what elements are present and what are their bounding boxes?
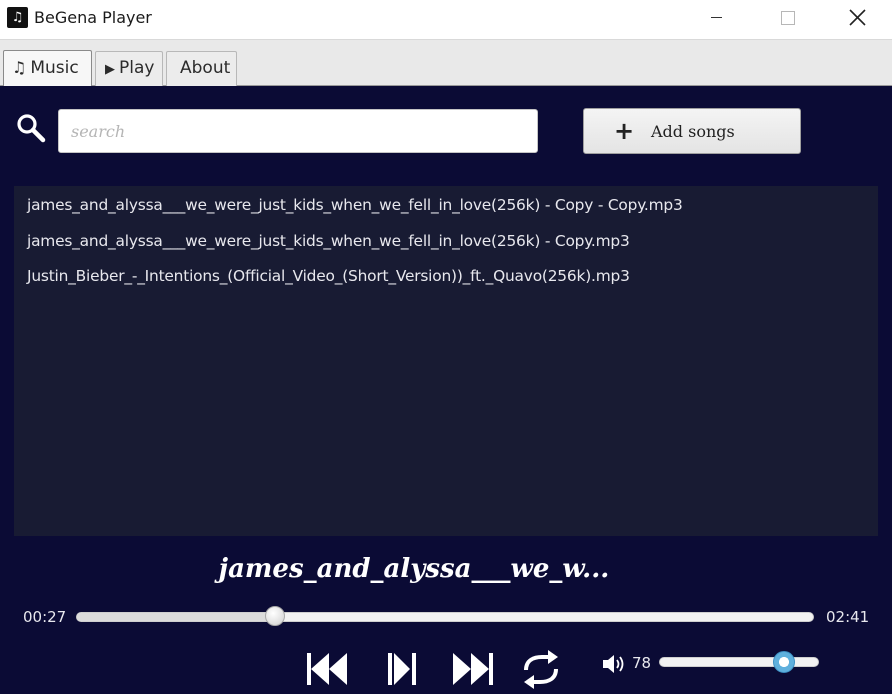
title-bar: ♫ BeGena Player: [0, 0, 892, 40]
list-item[interactable]: james_and_alyssa___we_were_just_kids_whe…: [27, 232, 630, 250]
next-button[interactable]: [451, 648, 497, 690]
add-songs-label: Add songs: [651, 122, 735, 141]
close-button[interactable]: [822, 0, 892, 36]
skip-previous-icon: [307, 653, 347, 685]
repeat-button[interactable]: [518, 648, 564, 690]
previous-button[interactable]: [303, 648, 349, 690]
plus-icon: +: [614, 117, 635, 145]
volume-slider[interactable]: [659, 657, 819, 667]
elapsed-time: 00:27: [23, 608, 67, 626]
progress-fill: [77, 613, 276, 621]
volume-value: 78: [632, 654, 652, 672]
tab-play[interactable]: ▶ Play: [95, 51, 163, 86]
play-pause-button[interactable]: [380, 648, 426, 690]
play-pause-icon: [388, 653, 416, 685]
music-notes-icon: ♫: [12, 58, 27, 77]
add-songs-button[interactable]: + Add songs: [583, 108, 801, 154]
repeat-icon: [524, 650, 558, 689]
window-title: BeGena Player: [34, 8, 152, 27]
search-icon: [17, 114, 46, 143]
tab-music-label: Music: [30, 58, 79, 78]
search-input[interactable]: [58, 109, 538, 153]
close-icon: [849, 9, 866, 26]
tab-about-label: About: [180, 58, 231, 78]
speaker-icon[interactable]: [601, 653, 629, 675]
tab-play-label: Play: [119, 58, 155, 78]
music-note-icon: ♫: [7, 7, 28, 28]
tab-about[interactable]: About: [166, 51, 237, 86]
minimize-button[interactable]: [681, 0, 751, 36]
song-list[interactable]: james_and_alyssa___we_were_just_kids_whe…: [14, 186, 878, 536]
tab-music[interactable]: ♫ Music: [3, 50, 92, 86]
tab-strip: ♫ Music ▶ Play About: [0, 40, 892, 86]
progress-slider[interactable]: [76, 612, 814, 622]
list-item[interactable]: Justin_Bieber_-_Intentions_(Official_Vid…: [27, 267, 630, 285]
progress-thumb[interactable]: [265, 606, 286, 626]
play-triangle-icon: ▶: [105, 62, 115, 77]
total-time: 02:41: [826, 608, 870, 626]
now-playing-title: james_and_alyssa___we_w...: [218, 554, 610, 584]
list-item[interactable]: james_and_alyssa___we_were_just_kids_whe…: [27, 196, 683, 214]
maximize-button[interactable]: [752, 0, 822, 36]
skip-next-icon: [453, 653, 493, 685]
volume-thumb[interactable]: [772, 651, 795, 673]
